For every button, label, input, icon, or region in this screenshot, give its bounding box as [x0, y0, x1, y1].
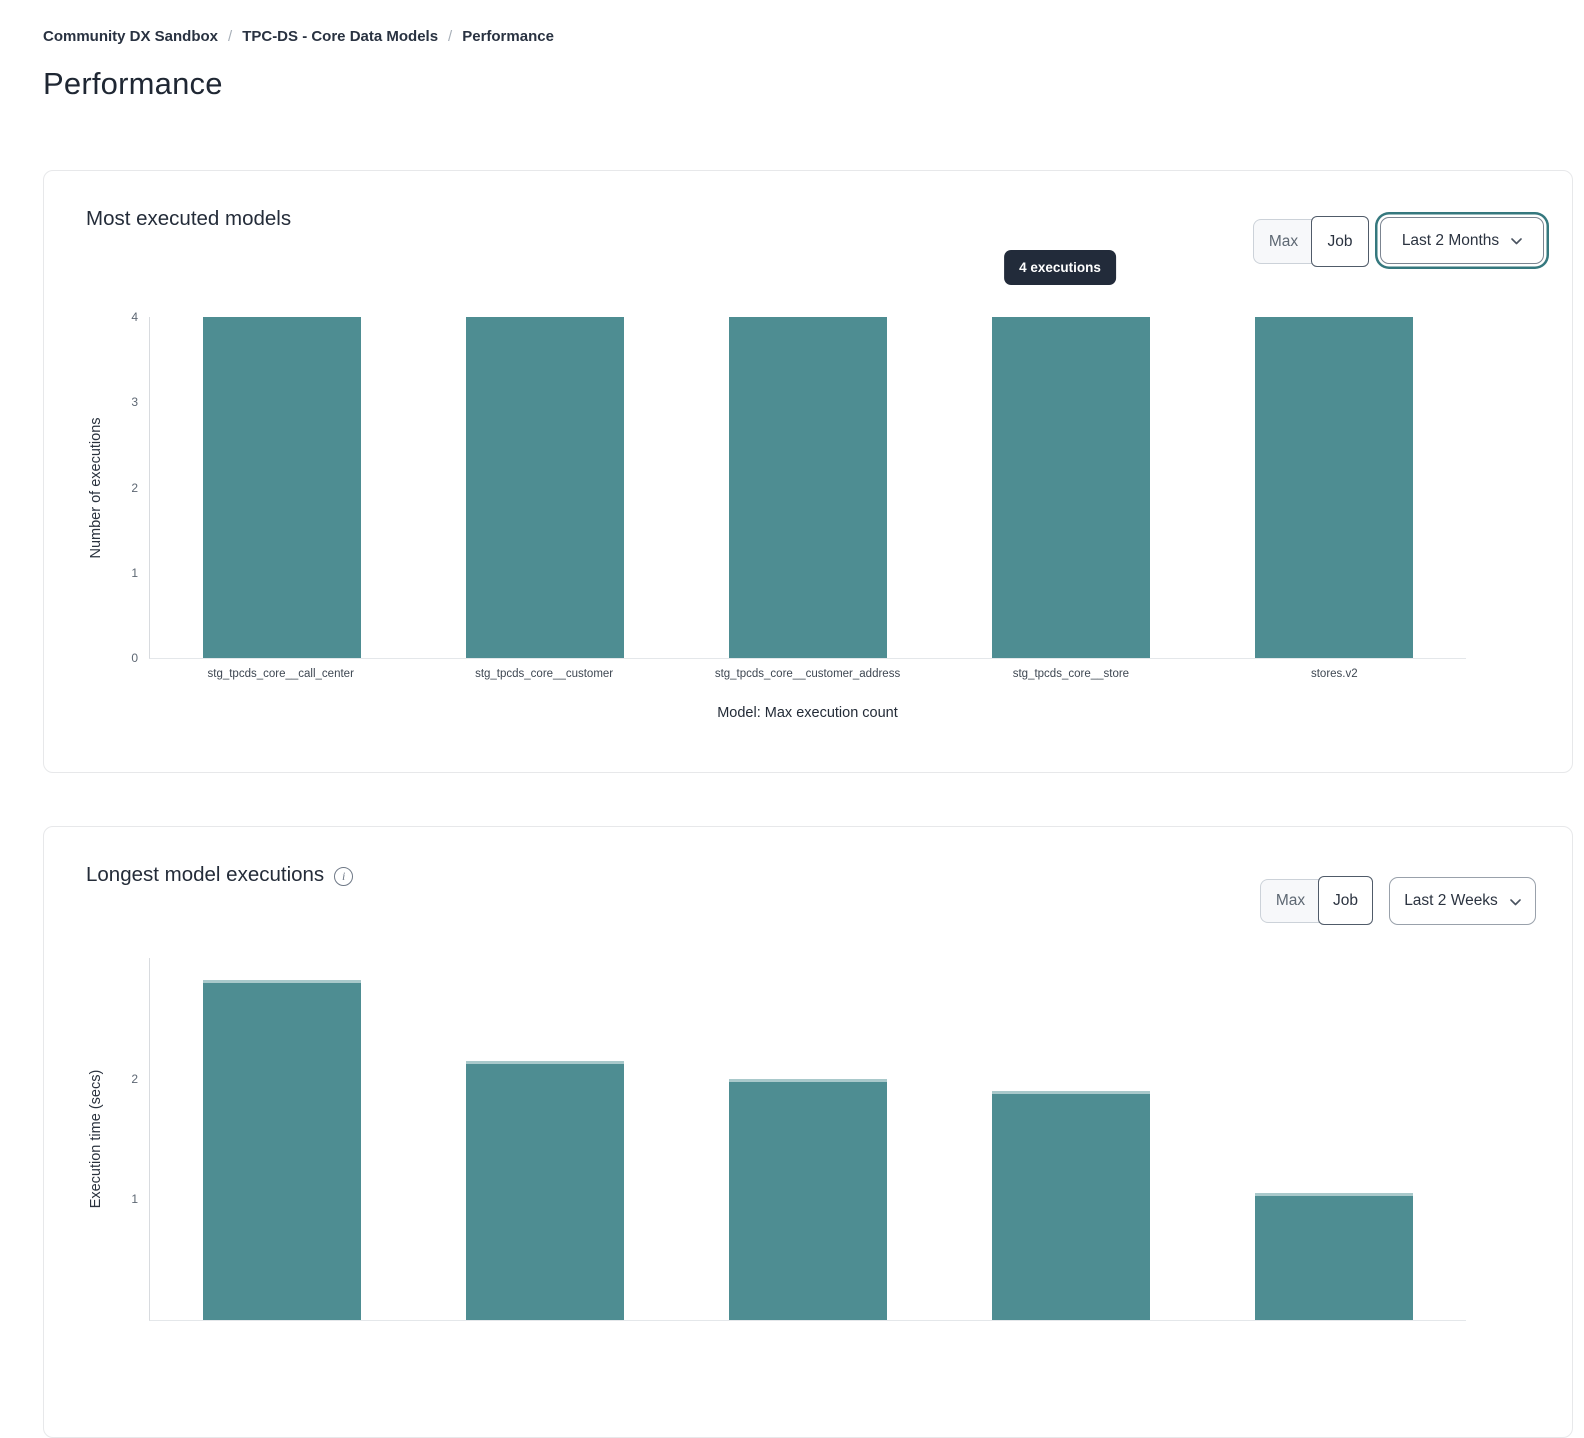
x-labels: stg_tpcds_core__call_centerstg_tpcds_cor… [149, 668, 1466, 680]
breadcrumb: Community DX Sandbox / TPC-DS - Core Dat… [43, 28, 554, 45]
bar-slot [1203, 958, 1466, 1320]
x-tick-label: stg_tpcds_core__customer [412, 668, 675, 680]
bar-slot [413, 958, 676, 1320]
chevron-down-icon [1511, 238, 1522, 245]
time-range-value: Last 2 Months [1402, 232, 1499, 250]
breadcrumb-item-project[interactable]: Community DX Sandbox [43, 28, 218, 45]
plot-area: 12 [149, 958, 1466, 1321]
bar[interactable] [1255, 1193, 1413, 1320]
max-job-toggle: Max Job [1260, 876, 1373, 925]
breadcrumb-item-current: Performance [462, 28, 554, 45]
bar-slot [676, 958, 939, 1320]
card-title-text: Longest model executions [86, 863, 324, 887]
bar[interactable] [729, 1079, 887, 1320]
max-toggle-button[interactable]: Max [1253, 219, 1313, 264]
plot-area: 01234 [149, 317, 1466, 659]
y-tick-label: 1 [131, 1192, 138, 1206]
bar-slot [1203, 317, 1466, 658]
breadcrumb-separator: / [448, 28, 452, 45]
bar-slot [150, 317, 413, 658]
y-tick-label: 0 [131, 651, 138, 665]
bar[interactable] [466, 317, 624, 658]
bar[interactable] [1255, 317, 1413, 658]
y-tick-label: 1 [131, 566, 138, 580]
bar[interactable] [729, 317, 887, 658]
x-tick-label: stg_tpcds_core__customer_address [676, 668, 939, 680]
bar[interactable] [203, 317, 361, 658]
time-range-value: Last 2 Weeks [1404, 892, 1498, 910]
time-range-dropdown[interactable]: Last 2 Months [1380, 217, 1544, 264]
bar-slot [676, 317, 939, 658]
y-tick-label: 3 [131, 395, 138, 409]
bar-tooltip: 4 executions [1004, 250, 1116, 285]
y-axis-label: Number of executions [88, 417, 104, 558]
x-tick-label: stg_tpcds_core__call_center [149, 668, 412, 680]
longest-model-executions-card: Longest model executions i Max Job Last … [43, 826, 1573, 1438]
x-tick-label: stores.v2 [1203, 668, 1466, 680]
bar[interactable] [992, 1091, 1150, 1320]
job-toggle-button[interactable]: Job [1311, 216, 1369, 267]
y-tick-label: 2 [131, 1072, 138, 1086]
card-title: Longest model executions i [86, 863, 353, 887]
page-title: Performance [43, 66, 223, 102]
y-tick-label: 4 [131, 310, 138, 324]
bar-slot [413, 317, 676, 658]
bar[interactable] [992, 317, 1150, 658]
breadcrumb-separator: / [228, 28, 232, 45]
bar-slot [940, 317, 1203, 658]
info-icon[interactable]: i [334, 867, 353, 886]
chevron-down-icon [1510, 899, 1521, 906]
max-toggle-button[interactable]: Max [1260, 879, 1320, 923]
time-range-dropdown[interactable]: Last 2 Weeks [1389, 877, 1536, 925]
breadcrumb-item-models[interactable]: TPC-DS - Core Data Models [242, 28, 438, 45]
card-title: Most executed models [86, 207, 291, 231]
bar-slot [940, 958, 1203, 1320]
y-tick-label: 2 [131, 481, 138, 495]
max-job-toggle: Max Job [1253, 216, 1369, 267]
bar[interactable] [466, 1061, 624, 1320]
most-executed-models-card: Most executed models Max Job Last 2 Mont… [43, 170, 1573, 773]
card-title-text: Most executed models [86, 207, 291, 231]
y-axis-label: Execution time (secs) [88, 1070, 104, 1209]
x-tick-label: stg_tpcds_core__store [939, 668, 1202, 680]
job-toggle-button[interactable]: Job [1318, 876, 1373, 925]
bar[interactable] [203, 980, 361, 1320]
bar-slot [150, 958, 413, 1320]
x-axis-title: Model: Max execution count [149, 705, 1466, 721]
